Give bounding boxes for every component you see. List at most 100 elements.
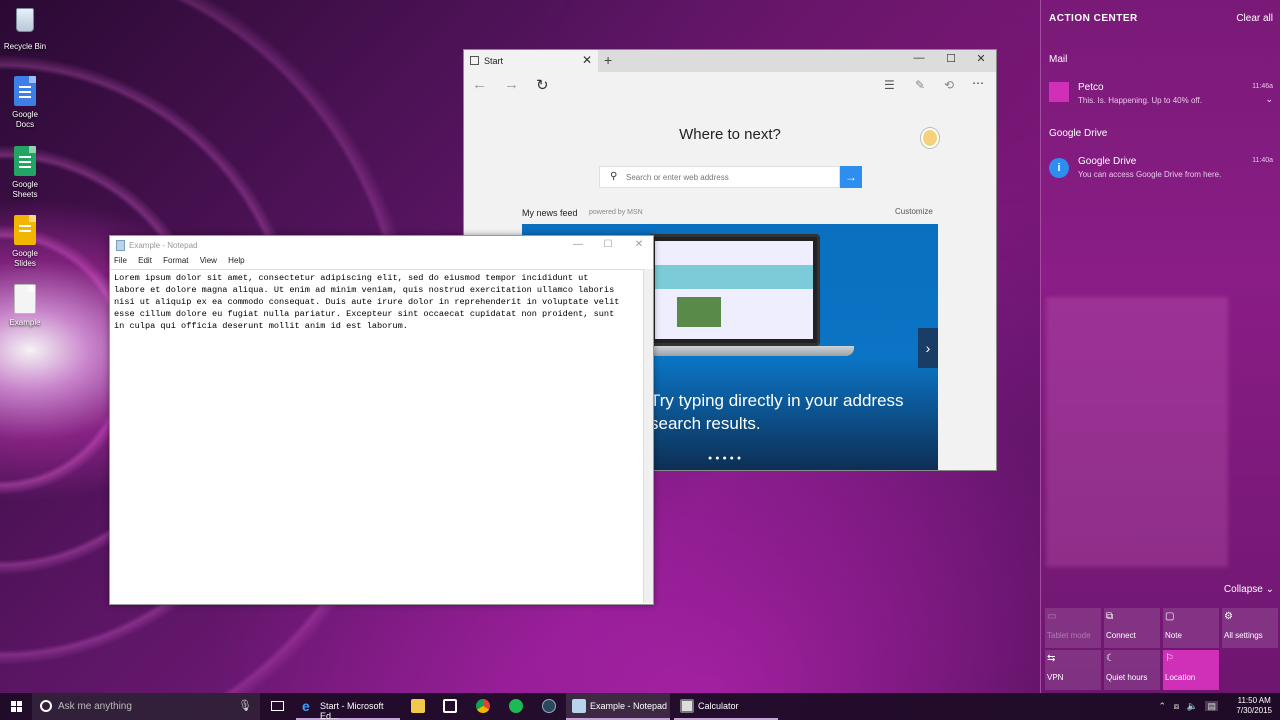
- avatar[interactable]: [921, 128, 939, 148]
- start-button[interactable]: [0, 693, 32, 720]
- notification-title: Google Drive: [1078, 156, 1137, 167]
- clock[interactable]: 11:50 AM 7/30/2015: [1236, 696, 1272, 716]
- new-tab-button[interactable]: +: [604, 52, 612, 68]
- desktop-icon-google-sheets[interactable]: Google Sheets: [2, 146, 48, 200]
- minimize-button[interactable]: —: [904, 52, 934, 64]
- action-center: ACTION CENTER Clear all Mail Petco This.…: [1040, 0, 1280, 693]
- desktop-icon-google-docs[interactable]: Google Docs: [2, 76, 48, 130]
- google-sheets-icon: [12, 146, 38, 178]
- clear-all-link[interactable]: Clear all: [1236, 13, 1273, 24]
- share-icon[interactable]: ⟲: [944, 78, 954, 92]
- maximize-button[interactable]: ☐: [593, 239, 623, 250]
- chevron-down-icon[interactable]: ⌄: [1265, 94, 1273, 105]
- tab-label: Start: [484, 56, 504, 66]
- page-heading: Where to next?: [679, 126, 781, 143]
- chevron-down-icon: ⌄: [1265, 584, 1274, 595]
- notepad-icon: [572, 699, 586, 713]
- notification-body: This. Is. Happening. Up to 40% off.: [1078, 96, 1202, 105]
- tile-connect[interactable]: ⧉ Connect: [1104, 608, 1160, 648]
- taskbar-item-notepad[interactable]: Example - Notepad: [566, 693, 670, 720]
- notification-petco[interactable]: Petco This. Is. Happening. Up to 40% off…: [1041, 78, 1280, 114]
- news-feed-title: My news feed: [522, 208, 578, 218]
- tile-note[interactable]: ▢ Note: [1163, 608, 1219, 648]
- close-button[interactable]: ✕: [966, 52, 996, 65]
- taskbar-store[interactable]: [438, 693, 462, 720]
- microphone-icon[interactable]: 🎙: [238, 699, 252, 712]
- google-slides-icon: [12, 215, 38, 247]
- location-icon: ⚐: [1165, 653, 1174, 664]
- carousel-dots[interactable]: ●●●●●: [708, 455, 744, 462]
- search-placeholder: Ask me anything: [58, 701, 132, 712]
- tile-tablet-mode[interactable]: ▭ Tablet mode: [1045, 608, 1101, 648]
- menu-help[interactable]: Help: [228, 256, 244, 265]
- chevron-up-icon[interactable]: ⌃: [1158, 701, 1166, 711]
- hub-icon[interactable]: ☰: [884, 78, 895, 92]
- menu-edit[interactable]: Edit: [138, 256, 152, 265]
- notification-title: Petco: [1078, 82, 1104, 93]
- menu-format[interactable]: Format: [163, 256, 188, 265]
- section-google-drive[interactable]: Google Drive: [1049, 128, 1107, 139]
- minimize-button[interactable]: —: [563, 239, 593, 250]
- web-note-icon[interactable]: ✎: [915, 78, 925, 92]
- steam-icon: [542, 699, 556, 713]
- store-icon: [443, 699, 457, 713]
- action-center-header: ACTION CENTER: [1049, 13, 1138, 24]
- taskbar-steam[interactable]: [537, 693, 561, 720]
- search-input[interactable]: ⚲ Search or enter web address: [599, 166, 840, 188]
- laptop-image: [648, 234, 820, 346]
- task-view-icon: [271, 701, 284, 711]
- more-icon[interactable]: ⋯: [972, 76, 984, 90]
- text-editor[interactable]: Lorem ipsum dolor sit amet, consectetur …: [110, 269, 650, 603]
- taskbar-chrome[interactable]: [471, 693, 495, 720]
- go-button[interactable]: →: [840, 166, 862, 188]
- next-arrow-icon[interactable]: ›: [918, 328, 938, 368]
- cortana-icon: [40, 700, 52, 712]
- network-icon[interactable]: ⧈: [1174, 701, 1180, 711]
- desktop-icon-label: Recycle Bin: [3, 42, 47, 51]
- menu-view[interactable]: View: [200, 256, 217, 265]
- desktop-icon-example[interactable]: Example: [2, 284, 48, 328]
- tile-vpn[interactable]: ⇆ VPN: [1045, 650, 1101, 690]
- vpn-icon: ⇆: [1047, 653, 1056, 664]
- customize-link[interactable]: Customize: [895, 207, 933, 216]
- notepad-titlebar[interactable]: Example - Notepad — ☐ ✕: [110, 236, 653, 256]
- desktop-icon-google-slides[interactable]: Google Slides: [2, 215, 48, 269]
- refresh-icon[interactable]: ↻: [536, 76, 549, 94]
- hero-text: Try typing directly in your address sear…: [650, 389, 904, 435]
- tile-label: VPN: [1047, 673, 1064, 682]
- blurred-background-area: [1046, 297, 1228, 567]
- taskbar-item-edge[interactable]: e Start - Microsoft Ed...: [296, 693, 400, 720]
- edge-navbar: ← → ↻ ☰ ✎ ⟲ ⋯: [464, 72, 996, 100]
- menu-file[interactable]: File: [114, 256, 127, 265]
- tab-close-icon[interactable]: ✕: [582, 53, 592, 67]
- collapse-button[interactable]: Collapse ⌄: [1224, 584, 1274, 595]
- back-icon[interactable]: ←: [472, 76, 487, 93]
- taskbar-item-label: Example - Notepad: [590, 701, 668, 711]
- desktop-icon-recycle-bin[interactable]: Recycle Bin: [2, 6, 48, 52]
- taskbar-file-explorer[interactable]: [406, 693, 430, 720]
- tile-all-settings[interactable]: ⚙ All settings: [1222, 608, 1278, 648]
- vertical-scrollbar[interactable]: [643, 269, 653, 603]
- taskbar-item-label: Calculator: [698, 701, 739, 711]
- calculator-icon: [680, 699, 694, 713]
- maximize-button[interactable]: ☐: [936, 52, 966, 65]
- task-view-button[interactable]: [266, 693, 290, 720]
- connect-icon: ⧉: [1106, 611, 1114, 622]
- section-mail[interactable]: Mail: [1049, 54, 1067, 65]
- notification-google-drive[interactable]: i Google Drive You can access Google Dri…: [1041, 152, 1280, 188]
- cortana-search-input[interactable]: Ask me anything 🎙: [32, 693, 260, 720]
- tile-location[interactable]: ⚐ Location: [1163, 650, 1219, 690]
- volume-icon[interactable]: 🔈: [1187, 701, 1198, 711]
- moon-icon: ☾: [1106, 653, 1115, 664]
- edge-titlebar[interactable]: Start ✕ + — ☐ ✕: [464, 50, 996, 72]
- taskbar-item-calculator[interactable]: Calculator: [674, 693, 778, 720]
- notepad-icon: [116, 240, 125, 251]
- tab-start[interactable]: Start ✕: [464, 50, 598, 72]
- note-icon: ▢: [1165, 611, 1175, 622]
- close-button[interactable]: ✕: [624, 239, 654, 250]
- action-center-icon[interactable]: ▤: [1205, 701, 1218, 711]
- desktop-icon-label: Google Docs: [12, 110, 38, 129]
- taskbar-spotify[interactable]: [504, 693, 528, 720]
- tile-quiet-hours[interactable]: ☾ Quiet hours: [1104, 650, 1160, 690]
- forward-icon[interactable]: →: [504, 76, 519, 93]
